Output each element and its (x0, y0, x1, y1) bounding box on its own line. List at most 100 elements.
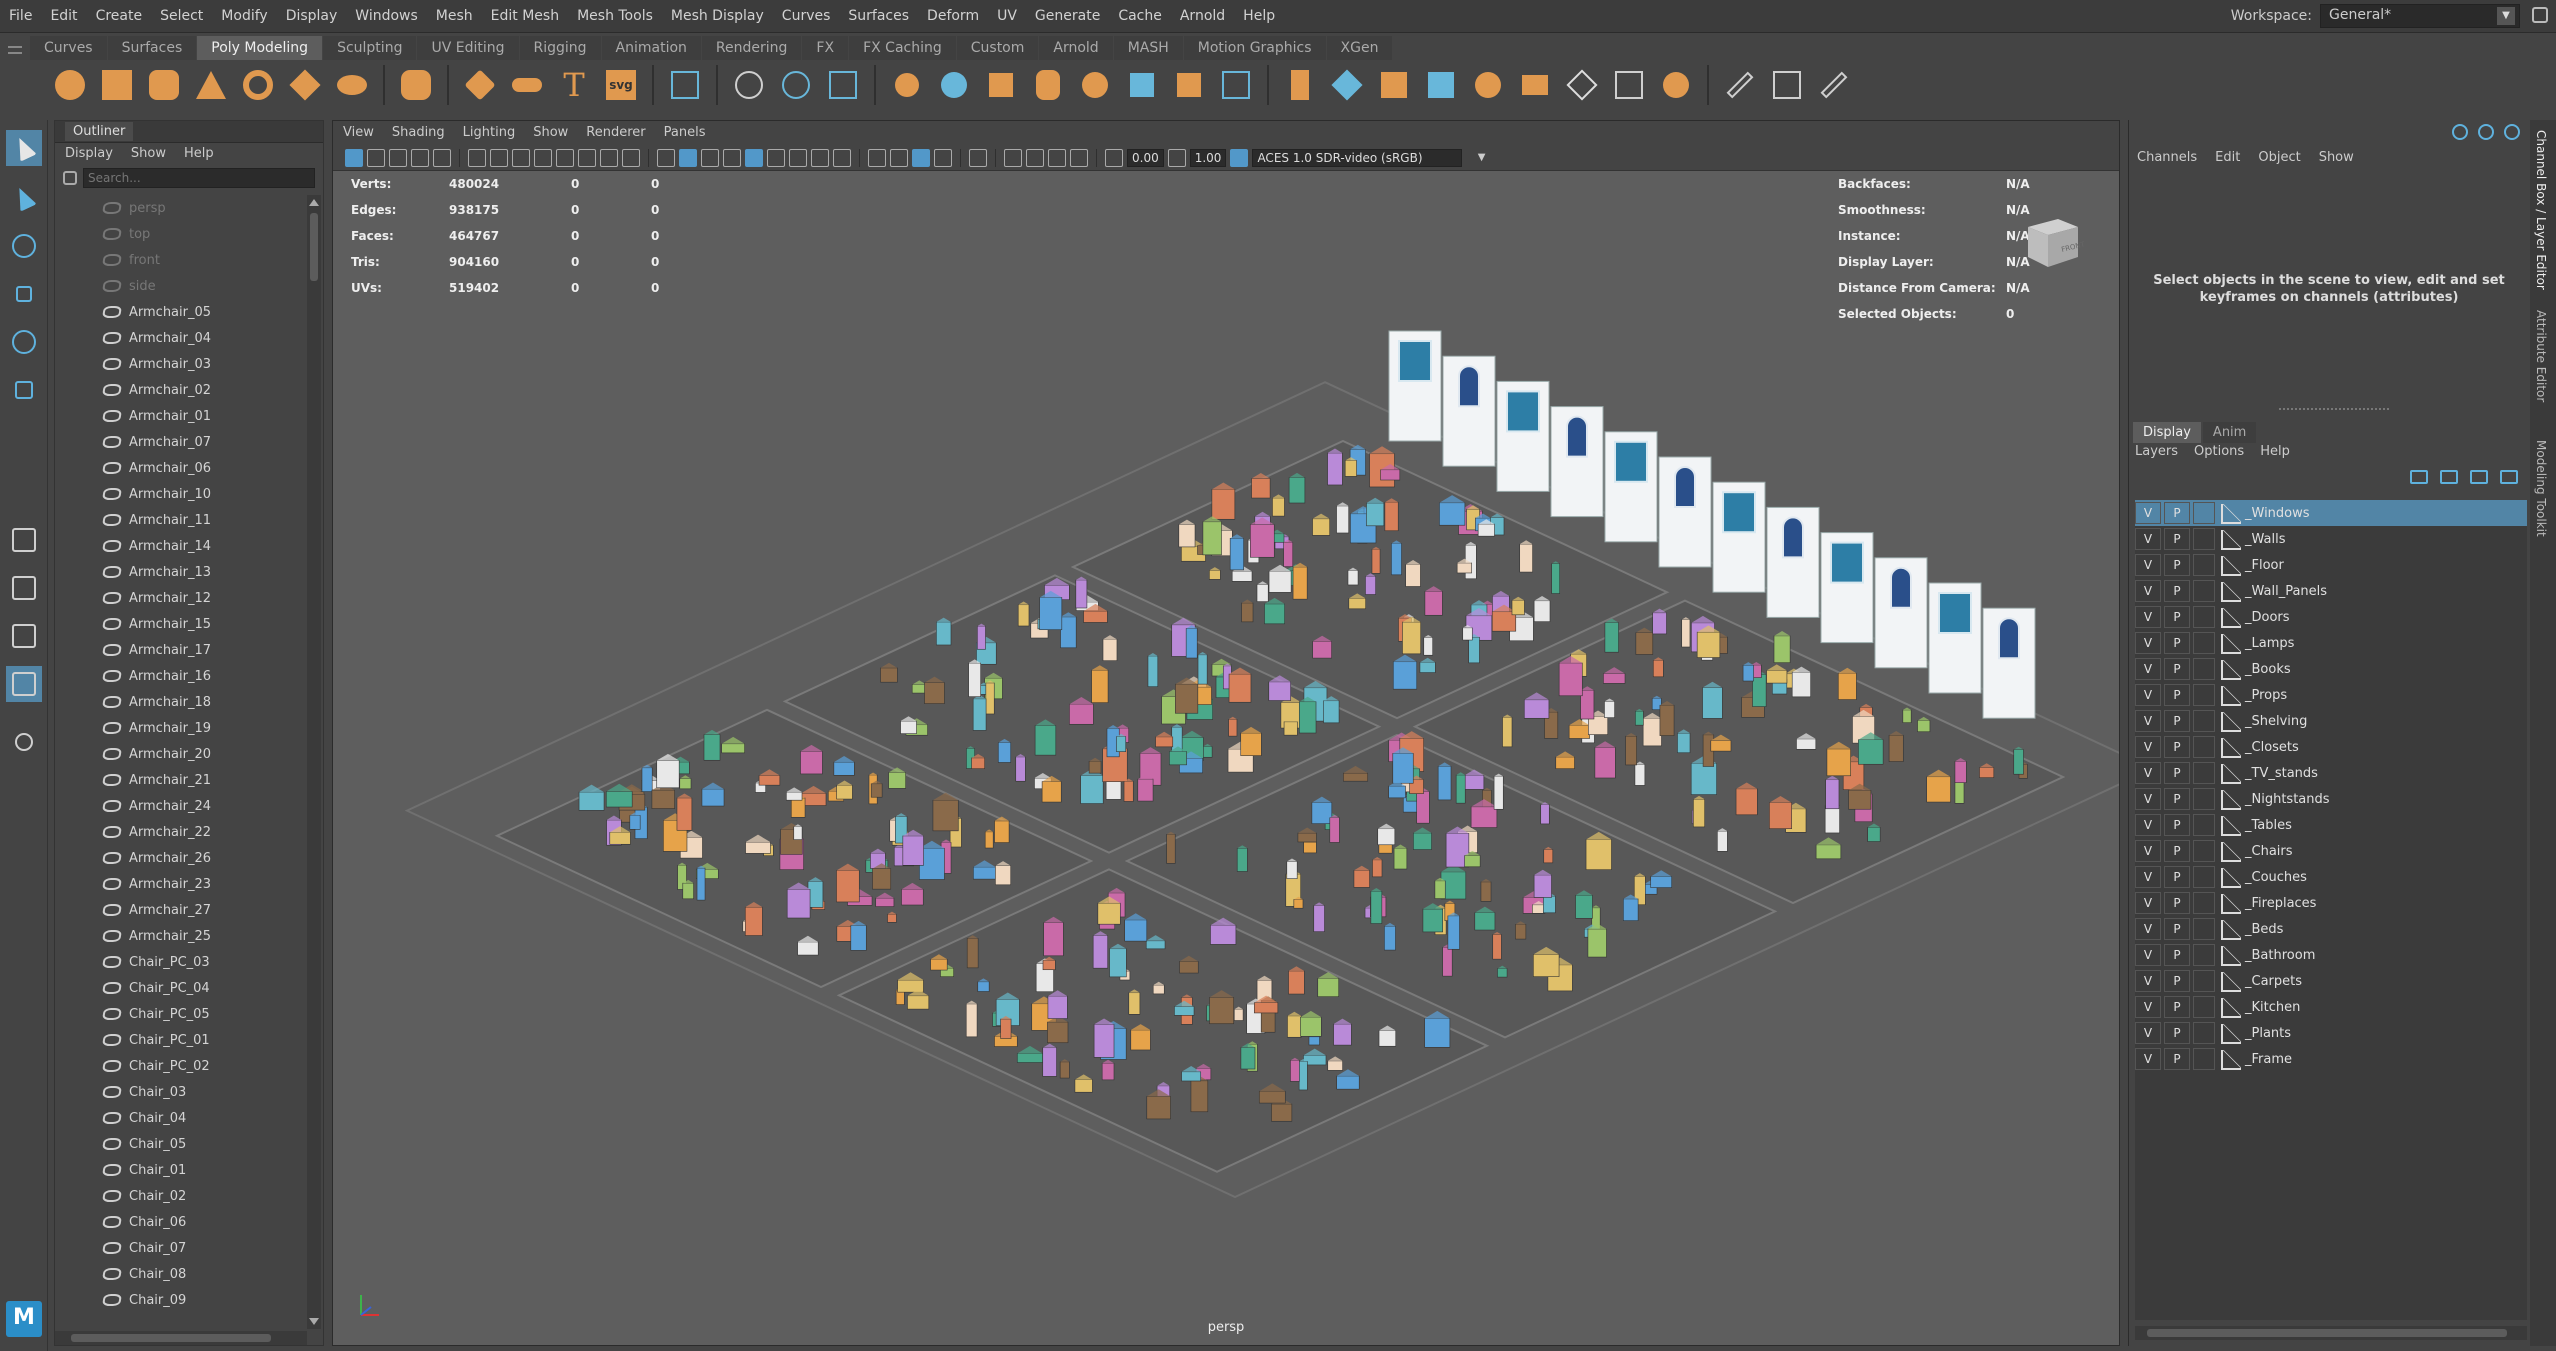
menu-surfaces[interactable]: Surfaces (839, 8, 918, 24)
outliner-item[interactable]: Chair_03 (55, 1079, 307, 1105)
shelf-tab-xgen[interactable]: XGen (1326, 36, 1393, 60)
platonic-solid-icon[interactable] (396, 65, 436, 105)
menu-help[interactable]: Help (1234, 8, 1284, 24)
layer-row[interactable]: V P _Couches (2135, 864, 2527, 890)
shelf-grip[interactable] (6, 34, 24, 104)
layer-row[interactable]: V P _Shelving (2135, 708, 2527, 734)
paint-select-icon[interactable] (6, 228, 42, 264)
layer-visibility-toggle[interactable]: V (2135, 502, 2161, 524)
menu-mesh[interactable]: Mesh (427, 8, 482, 24)
layer-color-swatch-icon[interactable] (2219, 528, 2241, 550)
workspace-dropdown[interactable]: General* ▼ (2320, 4, 2520, 28)
gamma-icon[interactable] (1167, 148, 1186, 167)
layer-color-swatch-icon[interactable] (2219, 1022, 2241, 1044)
layer-color-swatch-icon[interactable] (2219, 632, 2241, 654)
layer-playback-toggle[interactable]: P (2164, 710, 2190, 732)
multi-cut-icon[interactable] (1421, 65, 1461, 105)
layer-display-type-toggle[interactable] (2193, 658, 2215, 680)
menu-select[interactable]: Select (151, 8, 212, 24)
layer-playback-toggle[interactable]: P (2164, 1048, 2190, 1070)
layer-display-type-toggle[interactable] (2193, 554, 2215, 576)
remesh-icon[interactable] (1122, 65, 1162, 105)
layer-color-swatch-icon[interactable] (2219, 710, 2241, 732)
reduce-icon[interactable] (1075, 65, 1115, 105)
layer-color-swatch-icon[interactable] (2219, 1048, 2241, 1070)
grid-toggle-icon[interactable] (490, 148, 508, 167)
mirror-icon[interactable] (823, 65, 863, 105)
menu-mesh-display[interactable]: Mesh Display (662, 8, 773, 24)
layer-visibility-toggle[interactable]: V (2135, 736, 2161, 758)
attribute-editor-toggle-icon[interactable] (2478, 124, 2494, 140)
filter-icon[interactable] (63, 171, 77, 185)
texture-icon[interactable] (1026, 148, 1044, 167)
layer-display-type-toggle[interactable] (2193, 684, 2215, 706)
wireframe-icon[interactable] (657, 148, 675, 167)
viewport-menu-shading[interactable]: Shading (392, 125, 445, 141)
layer-color-swatch-icon[interactable] (2219, 970, 2241, 992)
viewport-menu-lighting[interactable]: Lighting (463, 125, 516, 141)
outliner-item[interactable]: Chair_PC_03 (55, 949, 307, 975)
layer-visibility-toggle[interactable]: V (2135, 892, 2161, 914)
outliner-item[interactable]: Chair_06 (55, 1209, 307, 1235)
layer-row[interactable]: V P _Kitchen (2135, 994, 2527, 1020)
outliner-item[interactable]: Chair_PC_02 (55, 1053, 307, 1079)
outliner-item[interactable]: Armchair_18 (55, 689, 307, 715)
menu-windows[interactable]: Windows (346, 8, 427, 24)
grease-pencil-icon[interactable] (468, 148, 486, 167)
layer-row[interactable]: V P _Floor (2135, 552, 2527, 578)
layer-display-type-toggle[interactable] (2193, 762, 2215, 784)
layer-color-swatch-icon[interactable] (2219, 814, 2241, 836)
layer-visibility-toggle[interactable]: V (2135, 606, 2161, 628)
shelf-tab-rigging[interactable]: Rigging (519, 36, 601, 60)
exposure-icon[interactable] (1105, 148, 1123, 167)
layer-playback-toggle[interactable]: P (2164, 632, 2190, 654)
poly-sphere-icon[interactable] (50, 65, 90, 105)
two-view-layout-icon[interactable] (6, 618, 42, 654)
outliner-item[interactable]: Armchair_14 (55, 533, 307, 559)
layer-display-type-toggle[interactable] (2193, 632, 2215, 654)
layer-color-swatch-icon[interactable] (2219, 944, 2241, 966)
select-camera-icon[interactable] (345, 148, 363, 167)
make-hole-icon[interactable] (1609, 65, 1649, 105)
rotate-tool-icon[interactable] (6, 324, 42, 360)
2d-pan-icon[interactable] (433, 148, 451, 167)
layer-menu-layers[interactable]: Layers (2135, 444, 2178, 459)
outliner-item[interactable]: Chair_09 (55, 1287, 307, 1313)
colorspace-dropdown[interactable]: ACES 1.0 SDR-video (sRGB) ▼ (1252, 148, 1485, 167)
layer-hscrollbar[interactable] (2135, 1326, 2527, 1340)
bevel-icon[interactable] (1374, 65, 1414, 105)
boolean-icon[interactable] (1028, 65, 1068, 105)
layer-color-swatch-icon[interactable] (2219, 762, 2241, 784)
layer-row[interactable]: V P _Frame (2135, 1046, 2527, 1072)
channel-box-menu-object[interactable]: Object (2258, 150, 2300, 165)
outliner-search-input[interactable] (83, 168, 315, 188)
menu-curves[interactable]: Curves (773, 8, 840, 24)
four-view-layout-icon[interactable] (6, 570, 42, 606)
safe-title-icon[interactable] (622, 148, 640, 167)
antialiasing-icon[interactable] (890, 148, 908, 167)
layer-display-type-toggle[interactable] (2193, 918, 2215, 940)
connect-tool-icon[interactable] (1767, 65, 1807, 105)
layer-visibility-toggle[interactable]: V (2135, 970, 2161, 992)
layer-row[interactable]: V P _Lamps (2135, 630, 2527, 656)
poly-disc-icon[interactable] (332, 65, 372, 105)
layer-row[interactable]: V P _Fireplaces (2135, 890, 2527, 916)
extrude-icon[interactable] (1280, 65, 1320, 105)
poly-cylinder-icon[interactable] (144, 65, 184, 105)
shelf-tab-rendering[interactable]: Rendering (701, 36, 802, 60)
side-tab-modeling-toolkit[interactable]: Modeling Toolkit (2534, 440, 2548, 537)
resolution-gate-icon[interactable] (534, 148, 552, 167)
shelf-tab-motion-graphics[interactable]: Motion Graphics (1183, 36, 1326, 60)
outliner-item[interactable]: Armchair_01 (55, 403, 307, 429)
lights-icon[interactable] (789, 148, 807, 167)
layer-visibility-toggle[interactable]: V (2135, 710, 2161, 732)
layer-playback-toggle[interactable]: P (2164, 996, 2190, 1018)
layer-color-swatch-icon[interactable] (2219, 866, 2241, 888)
move-layer-down-icon[interactable] (2440, 470, 2458, 484)
menu-generate[interactable]: Generate (1026, 8, 1109, 24)
panel-splitter[interactable] (2279, 408, 2389, 410)
fill-hole-icon[interactable] (1562, 65, 1602, 105)
menu-mesh-tools[interactable]: Mesh Tools (568, 8, 662, 24)
move-tool-icon[interactable] (6, 276, 42, 312)
depth-of-field-icon[interactable] (912, 148, 930, 167)
